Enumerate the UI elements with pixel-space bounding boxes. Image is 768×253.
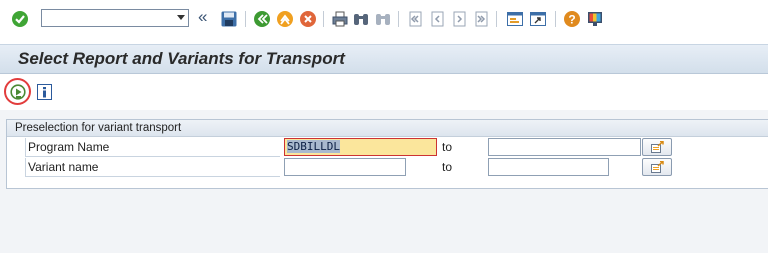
toolbar-separator [398, 11, 399, 27]
multiple-selection-icon [651, 161, 664, 173]
help-icon[interactable]: ? [563, 10, 581, 28]
last-page-icon[interactable] [472, 10, 490, 28]
content-area: Preselection for variant transport Progr… [0, 110, 768, 253]
find-next-icon[interactable] [374, 10, 392, 28]
title-bar: Select Report and Variants for Transport [0, 44, 768, 74]
group-header: Preselection for variant transport [7, 120, 768, 137]
multiple-selection-button[interactable] [642, 138, 672, 156]
selection-row-variant: Variant name to [7, 158, 768, 178]
check-icon[interactable] [11, 10, 29, 28]
customize-layout-icon[interactable] [586, 10, 604, 28]
toolbar-separator [245, 11, 246, 27]
page-title: Select Report and Variants for Transport [18, 49, 345, 68]
cancel-icon[interactable] [299, 10, 317, 28]
shortcut-icon[interactable] [529, 10, 547, 28]
toolbar-separator [496, 11, 497, 27]
variant-name-label: Variant name [28, 160, 99, 174]
command-input[interactable] [44, 11, 172, 25]
first-page-icon[interactable] [406, 10, 424, 28]
variant-name-to-field[interactable] [488, 158, 609, 176]
toolbar-separator [555, 11, 556, 27]
system-toolbar: « ? [0, 0, 768, 36]
program-name-from-value: SDBILLDL [287, 140, 340, 153]
print-icon[interactable] [331, 10, 349, 28]
application-toolbar [0, 74, 768, 110]
previous-page-icon[interactable] [428, 10, 446, 28]
selection-group: Preselection for variant transport Progr… [6, 119, 768, 189]
multiple-selection-icon [651, 141, 664, 153]
back-icon[interactable] [253, 10, 271, 28]
svg-text:?: ? [568, 13, 575, 27]
execute-icon[interactable] [10, 84, 26, 100]
row-label: Program Name [25, 138, 280, 157]
multiple-selection-button[interactable] [642, 158, 672, 176]
variant-name-from-field[interactable] [284, 158, 406, 176]
selection-row-program: Program Name SDBILLDL to [7, 138, 768, 158]
exit-icon[interactable] [276, 10, 294, 28]
chevron-down-icon[interactable] [177, 15, 185, 20]
command-field[interactable] [41, 9, 189, 27]
info-icon[interactable] [37, 84, 52, 100]
program-name-label: Program Name [28, 140, 110, 154]
double-left-icon[interactable]: « [198, 7, 207, 27]
toolbar-separator [323, 11, 324, 27]
to-label: to [442, 140, 453, 154]
program-name-from-field[interactable]: SDBILLDL [284, 138, 437, 156]
program-name-to-field[interactable] [488, 138, 641, 156]
row-label: Variant name [25, 158, 280, 177]
new-session-icon[interactable] [506, 10, 524, 28]
to-label: to [442, 160, 453, 174]
save-icon[interactable] [220, 10, 238, 28]
next-page-icon[interactable] [450, 10, 468, 28]
find-icon[interactable] [352, 10, 370, 28]
